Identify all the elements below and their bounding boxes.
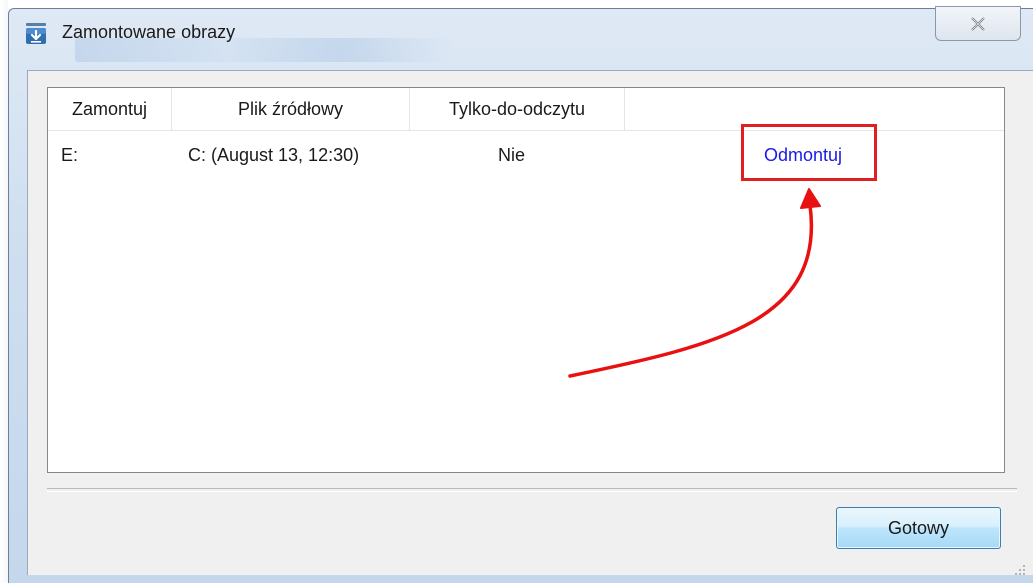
window-title: Zamontowane obrazy <box>62 22 236 42</box>
footer-separator <box>47 488 1017 492</box>
column-header-source[interactable]: Plik źródłowy <box>172 88 410 130</box>
read-only-cell: Nie <box>498 145 526 165</box>
done-button[interactable]: Gotowy <box>836 507 1001 549</box>
source-cell: C: (August 13, 12:30) <box>188 145 360 165</box>
resize-grip-icon[interactable] <box>1013 563 1027 577</box>
mount-cell: E: <box>61 145 79 165</box>
desktop-edge <box>0 0 8 583</box>
close-button[interactable] <box>935 6 1021 41</box>
column-header-read-only[interactable]: Tylko-do-odczytu <box>410 88 625 130</box>
column-header-mount[interactable]: Zamontuj <box>48 88 172 130</box>
annotation-highlight-box <box>741 124 877 181</box>
drive-download-icon <box>26 23 46 44</box>
close-icon <box>971 16 985 31</box>
